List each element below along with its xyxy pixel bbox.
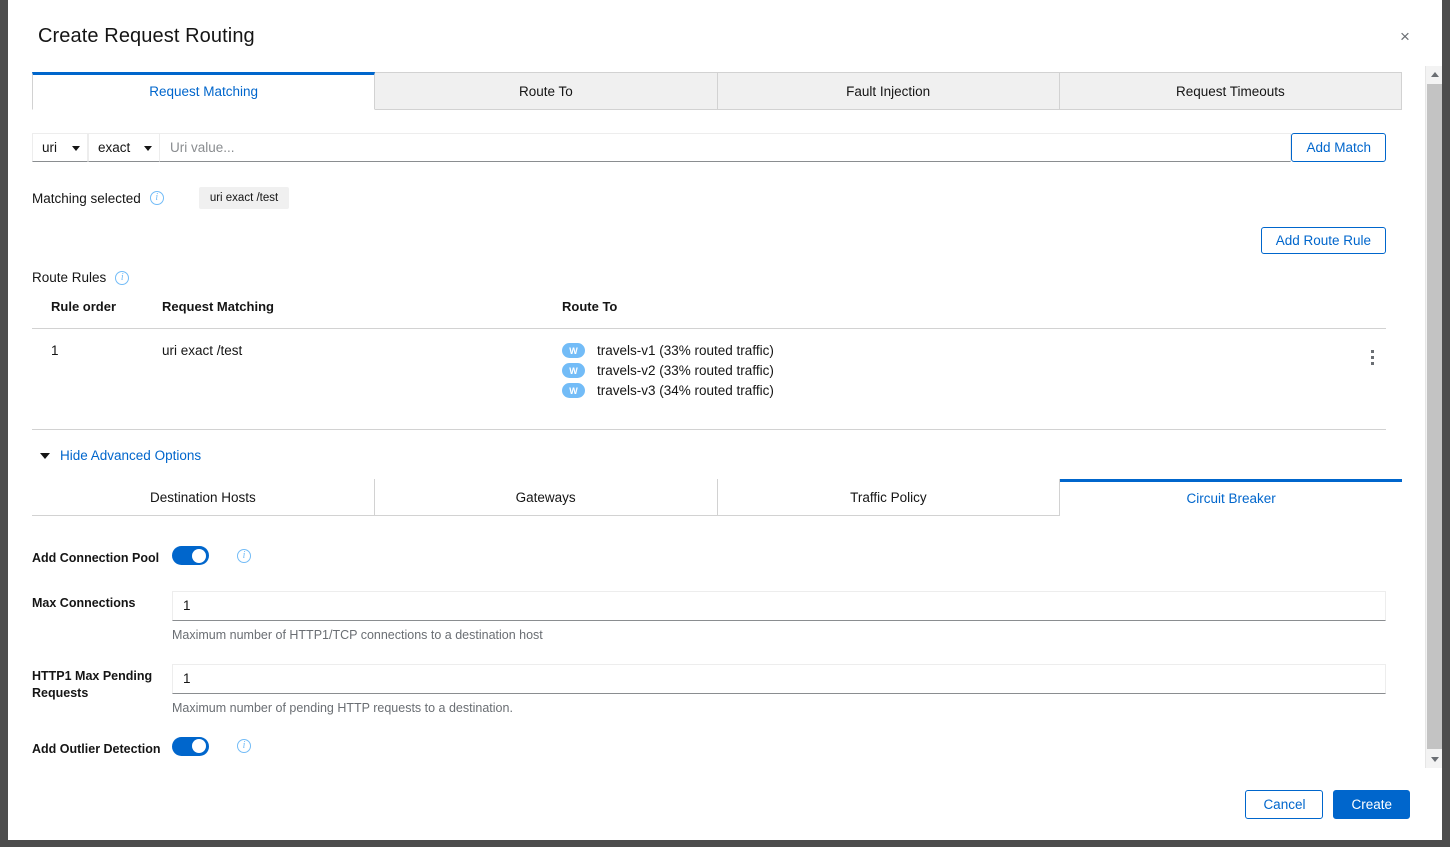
field-http1-max-pending-requests: Maximum number of pending HTTP requests … (172, 663, 1386, 715)
label-add-outlier-detection: Add Outlier Detection (32, 741, 161, 756)
hide-advanced-options-label: Hide Advanced Options (60, 448, 202, 463)
column-header-route-to: Route To (562, 299, 618, 314)
matching-selected-chip[interactable]: uri exact /test (198, 187, 290, 209)
field-add-outlier-detection: i (172, 736, 1386, 756)
route-rules-label: Route Rules (32, 270, 107, 285)
form-row-http1-max-pending: HTTP1 Max Pending Requests Maximum numbe… (32, 663, 1386, 715)
scroll-down-arrow-icon[interactable] (1426, 751, 1442, 768)
route-rules-table: Rule order Request Matching Route To 1 u… (32, 299, 1386, 430)
match-category-value: uri (42, 140, 58, 155)
scrollbar-thumb[interactable] (1427, 84, 1442, 749)
advanced-tabs: Destination Hosts Gateways Traffic Polic… (32, 479, 1402, 516)
workload-badge-icon: W (562, 363, 585, 378)
column-header-request-matching: Request Matching (162, 299, 274, 314)
add-route-rule-row: Add Route Rule (32, 227, 1386, 254)
create-request-routing-dialog: Create Request Routing × Request Matchin… (8, 0, 1442, 840)
tab-circuit-breaker[interactable]: Circuit Breaker (1060, 479, 1402, 516)
table-header-row: Rule order Request Matching Route To (32, 299, 1386, 329)
label-add-connection-pool: Add Connection Pool (32, 551, 160, 565)
table-row: 1 uri exact /test W travels-v1 (33% rout… (32, 328, 1386, 430)
helper-http1-max-pending-requests: Maximum number of pending HTTP requests … (172, 700, 513, 715)
form-row-max-connections: Max Connections Maximum number of HTTP1/… (32, 590, 1386, 642)
match-category-select[interactable]: uri (32, 133, 88, 162)
dialog-body: Request Matching Route To Fault Injectio… (8, 66, 1410, 833)
helper-max-connections: Maximum number of HTTP1/TCP connections … (172, 627, 543, 642)
form-row-connection-pool: Add Connection Pool i (32, 546, 1386, 567)
match-operator-value: exact (98, 140, 131, 155)
matching-selected-label: Matching selected (32, 190, 141, 206)
label-http1-max-pending-requests: HTTP1 Max Pending Requests (32, 668, 153, 700)
column-header-actions (1326, 299, 1386, 329)
field-max-connections: Maximum number of HTTP1/TCP connections … (172, 590, 1386, 642)
match-builder-row: uri exact Add Match (32, 133, 1386, 162)
main-tabs: Request Matching Route To Fault Injectio… (32, 72, 1402, 110)
destination-label: travels-v1 (33% routed traffic) (597, 343, 774, 358)
workload-badge-icon: W (562, 343, 585, 358)
column-header-rule-order: Rule order (51, 299, 117, 314)
toggle-add-connection-pool[interactable] (172, 546, 209, 565)
info-icon[interactable]: i (237, 739, 251, 754)
form-row-outlier-detection: Add Outlier Detection i (32, 736, 1386, 758)
cell-request-matching: uri exact /test (162, 328, 562, 430)
http1-max-pending-requests-input[interactable] (172, 663, 1386, 694)
cell-rule-order: 1 (32, 328, 162, 430)
tab-gateways[interactable]: Gateways (374, 479, 718, 515)
hide-advanced-options-toggle[interactable]: Hide Advanced Options (32, 448, 201, 463)
cancel-button[interactable]: Cancel (1245, 789, 1324, 819)
vertical-scrollbar[interactable] (1425, 66, 1442, 768)
dialog-header: Create Request Routing × (8, 0, 1442, 66)
info-icon[interactable]: i (237, 548, 251, 563)
scroll-up-arrow-icon[interactable] (1426, 66, 1442, 83)
chevron-down-icon (40, 452, 50, 459)
destination-travels-v3: W travels-v3 (34% routed traffic) (562, 383, 1326, 398)
page-title: Create Request Routing (38, 25, 255, 47)
chevron-down-icon (72, 145, 80, 151)
destination-label: travels-v2 (33% routed traffic) (597, 363, 774, 378)
dialog-scroll-region: Request Matching Route To Fault Injectio… (8, 66, 1442, 833)
matching-selected-row: Matching selected i uri exact /test (32, 187, 1386, 209)
close-icon[interactable]: × (1390, 22, 1420, 52)
kebab-menu-icon[interactable] (1358, 343, 1386, 371)
cell-actions (1326, 328, 1386, 430)
add-match-button[interactable]: Add Match (1291, 133, 1386, 162)
workload-badge-icon: W (562, 383, 585, 398)
info-icon[interactable]: i (115, 270, 130, 285)
create-button[interactable]: Create (1333, 789, 1410, 819)
route-rules-label-row: Route Rules i (32, 270, 1386, 285)
tab-route-to[interactable]: Route To (375, 72, 718, 109)
cell-route-to: W travels-v1 (33% routed traffic) W trav… (562, 328, 1326, 430)
destination-travels-v1: W travels-v1 (33% routed traffic) (562, 343, 1326, 358)
destination-label: travels-v3 (34% routed traffic) (597, 383, 774, 398)
label-max-connections: Max Connections (32, 595, 136, 610)
tab-traffic-policy[interactable]: Traffic Policy (717, 479, 1061, 515)
match-operator-select[interactable]: exact (88, 133, 160, 162)
tab-destination-hosts[interactable]: Destination Hosts (32, 479, 375, 515)
field-add-connection-pool: i (172, 546, 1386, 565)
tab-request-timeouts[interactable]: Request Timeouts (1059, 72, 1402, 109)
tab-fault-injection[interactable]: Fault Injection (717, 72, 1060, 109)
request-matching-panel: uri exact Add Match Matching selected i … (8, 133, 1410, 463)
dialog-footer: Cancel Create (8, 768, 1442, 840)
destination-travels-v2: W travels-v2 (33% routed traffic) (562, 363, 1326, 378)
toggle-add-outlier-detection[interactable] (172, 736, 209, 756)
tab-request-matching[interactable]: Request Matching (32, 72, 376, 110)
info-icon[interactable]: i (149, 191, 164, 205)
max-connections-input[interactable] (172, 590, 1386, 621)
uri-value-input[interactable] (160, 133, 1292, 162)
add-route-rule-button[interactable]: Add Route Rule (1260, 227, 1386, 254)
chevron-down-icon (144, 145, 152, 151)
